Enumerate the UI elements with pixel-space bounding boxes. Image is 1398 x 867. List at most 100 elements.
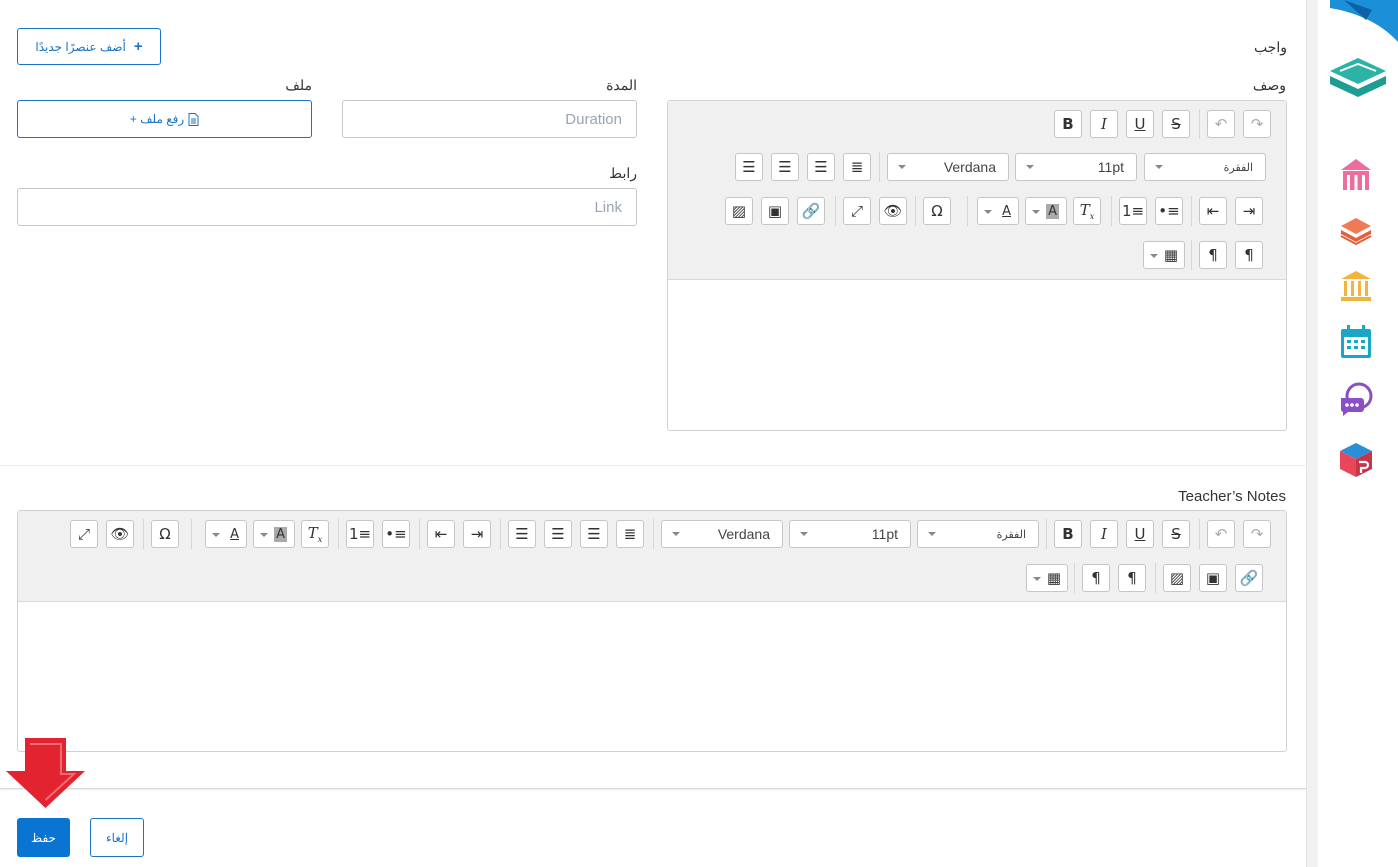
notes-toolbar: ↷ ↶ S U I B الفقرة 11pt Verdana ≣ ☰ ☰ ☰ … — [18, 511, 1286, 602]
chat-icon[interactable] — [1339, 382, 1373, 416]
text-color-button[interactable]: A — [977, 197, 1019, 225]
table-icon: ▦ — [1046, 569, 1061, 587]
upload-file-button[interactable]: + رفع ملف — [17, 100, 312, 138]
bg-color-button[interactable]: A — [1025, 197, 1067, 225]
align-right-button[interactable]: ☰ — [807, 153, 835, 181]
duration-input[interactable]: Duration — [342, 100, 637, 138]
insert-link-button[interactable]: 🔗 — [1235, 564, 1263, 592]
fullscreen-button[interactable]: ⤢ — [70, 520, 98, 548]
align-justify-button[interactable]: ≣ — [843, 153, 871, 181]
clear-format-button[interactable]: Tx — [1073, 197, 1101, 225]
font-family-select[interactable]: Verdana — [661, 520, 783, 548]
eye-icon: 👁 — [110, 525, 130, 543]
preview-button[interactable]: 👁 — [879, 197, 907, 225]
insert-table-button[interactable]: ▦ — [1143, 241, 1185, 269]
bullet-list-button[interactable]: •≡ — [1155, 197, 1183, 225]
rtl-icon: ¶ — [1127, 569, 1137, 587]
font-size-select[interactable]: 11pt — [1015, 153, 1137, 181]
bg-color-button[interactable]: A — [253, 520, 295, 548]
strikethrough-button[interactable]: S — [1162, 110, 1190, 138]
link-input[interactable]: Link — [17, 188, 637, 226]
bold-button[interactable]: B — [1054, 520, 1082, 548]
save-button[interactable]: حفظ — [17, 818, 70, 857]
align-center-button[interactable]: ☰ — [771, 153, 799, 181]
align-left-button[interactable]: ☰ — [735, 153, 763, 181]
text-color-icon: A — [1002, 203, 1011, 219]
ltr-button[interactable]: ¶ — [1082, 564, 1110, 592]
preview-button[interactable]: 👁 — [106, 520, 134, 548]
film-icon: ▣ — [1205, 569, 1221, 587]
insert-image-button[interactable]: ▨ — [725, 197, 753, 225]
italic-button[interactable]: I — [1090, 520, 1118, 548]
link-icon: 🔗 — [1239, 569, 1259, 587]
add-item-button[interactable]: أضف عنصرًا جديدًا + — [17, 28, 161, 65]
special-char-button[interactable]: Ω — [923, 197, 951, 225]
numbered-list-button[interactable]: 1≡ — [1119, 197, 1147, 225]
cancel-label: إلغاء — [105, 830, 129, 845]
underline-button[interactable]: U — [1126, 110, 1154, 138]
rtl-button[interactable]: ¶ — [1118, 564, 1146, 592]
outdent-button[interactable]: ⇤ — [427, 520, 455, 548]
paragraph-select[interactable]: الفقرة — [1144, 153, 1266, 181]
cube-icon[interactable] — [1339, 442, 1373, 478]
special-char-button[interactable]: Ω — [151, 520, 179, 548]
institution-icon[interactable] — [1340, 270, 1372, 302]
align-justify-button[interactable]: ≣ — [616, 520, 644, 548]
books-icon[interactable] — [1340, 216, 1372, 246]
insert-table-button[interactable]: ▦ — [1026, 564, 1068, 592]
align-justify-icon: ≣ — [850, 158, 864, 176]
insert-link-button[interactable]: 🔗 — [797, 197, 825, 225]
underline-button[interactable]: U — [1126, 520, 1154, 548]
font-family-select[interactable]: Verdana — [887, 153, 1009, 181]
font-size-value: 11pt — [1097, 159, 1124, 175]
redo-icon: ↷ — [1250, 525, 1264, 543]
outdent-button[interactable]: ⇤ — [1199, 197, 1227, 225]
insert-image-button[interactable]: ▨ — [1163, 564, 1191, 592]
fullscreen-icon: ⤢ — [850, 202, 863, 220]
align-left-button[interactable]: ☰ — [508, 520, 536, 548]
numbered-list-button[interactable]: 1≡ — [346, 520, 374, 548]
undo-button[interactable]: ↶ — [1207, 520, 1235, 548]
bg-color-icon: A — [274, 526, 287, 542]
font-size-select[interactable]: 11pt — [789, 520, 911, 548]
file-icon — [188, 112, 199, 126]
chevron-down-icon — [260, 533, 268, 537]
redo-button[interactable]: ↷ — [1243, 110, 1271, 138]
clear-format-button[interactable]: Tx — [301, 520, 329, 548]
italic-button[interactable]: I — [1090, 110, 1118, 138]
text-color-button[interactable]: A — [205, 520, 247, 548]
calendar-icon[interactable] — [1340, 325, 1372, 359]
align-center-button[interactable]: ☰ — [544, 520, 572, 548]
school-icon[interactable] — [1340, 158, 1372, 192]
chevron-down-icon — [672, 532, 680, 536]
insert-media-button[interactable]: ▣ — [761, 197, 789, 225]
fullscreen-icon: ⤢ — [77, 525, 90, 543]
description-editor-body[interactable] — [668, 280, 1286, 430]
undo-button[interactable]: ↶ — [1207, 110, 1235, 138]
fullscreen-button[interactable]: ⤢ — [843, 197, 871, 225]
cancel-button[interactable]: إلغاء — [90, 818, 144, 857]
plus-icon: + — [133, 38, 143, 55]
ltr-button[interactable]: ¶ — [1199, 241, 1227, 269]
align-justify-icon: ≣ — [623, 525, 637, 543]
indent-button[interactable]: ⇥ — [463, 520, 491, 548]
align-right-button[interactable]: ☰ — [580, 520, 608, 548]
assignment-label: واجب — [1253, 39, 1287, 55]
toolbar-divider — [915, 196, 916, 226]
rtl-button[interactable]: ¶ — [1235, 241, 1263, 269]
brand-logo-icon[interactable] — [1328, 56, 1388, 100]
bullet-list-button[interactable]: •≡ — [382, 520, 410, 548]
film-icon: ▣ — [767, 202, 783, 220]
insert-media-button[interactable]: ▣ — [1199, 564, 1227, 592]
chevron-down-icon — [984, 210, 992, 214]
redo-icon: ↷ — [1250, 115, 1264, 133]
indent-button[interactable]: ⇥ — [1235, 197, 1263, 225]
notes-editor-body[interactable] — [18, 602, 1286, 751]
font-family-value: Verdana — [943, 159, 996, 175]
strikethrough-button[interactable]: S — [1162, 520, 1190, 548]
bold-button[interactable]: B — [1054, 110, 1082, 138]
redo-button[interactable]: ↷ — [1243, 520, 1271, 548]
ltr-icon: ¶ — [1091, 569, 1101, 587]
chevron-down-icon — [212, 533, 220, 537]
paragraph-select[interactable]: الفقرة — [917, 520, 1039, 548]
